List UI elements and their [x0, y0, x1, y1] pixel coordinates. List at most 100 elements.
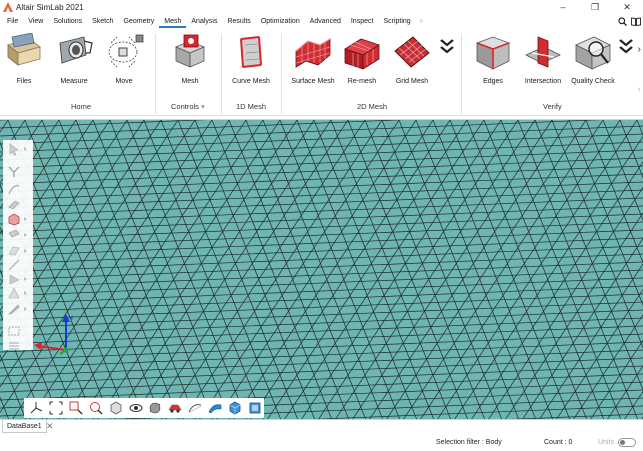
controls-dropdown-icon: ▾	[201, 102, 205, 111]
remesh-icon	[344, 38, 380, 70]
tab-close-icon[interactable]: ✕	[46, 420, 54, 433]
edges-button[interactable]: Edges	[471, 32, 515, 94]
double-chevron-down-icon	[619, 39, 633, 54]
line-icon[interactable]	[7, 258, 21, 272]
cube-front-icon[interactable]	[245, 399, 264, 417]
units-toggle[interactable]	[618, 438, 636, 447]
window-controls: – ❐ ✕	[547, 0, 643, 14]
hide-icon[interactable]	[146, 399, 165, 417]
grid-mesh-button[interactable]: Grid Mesh	[389, 32, 435, 94]
pencil-wire-icon[interactable]	[186, 399, 205, 417]
intersection-button[interactable]: Intersection	[520, 32, 566, 94]
add-tab-icon[interactable]: +	[416, 16, 424, 26]
menu-inspect[interactable]: Inspect	[346, 15, 379, 28]
menu-advanced[interactable]: Advanced	[305, 15, 346, 28]
eye-icon[interactable]	[126, 399, 145, 417]
menu-optimization[interactable]: Optimization	[256, 15, 305, 28]
menu-analysis[interactable]: Analysis	[186, 15, 222, 28]
fit-icon[interactable]	[47, 399, 66, 417]
measure-icon	[59, 36, 93, 64]
axis-triad: z	[34, 314, 74, 355]
layers-icon[interactable]	[7, 338, 21, 352]
selection-count: Count : 0	[544, 439, 573, 446]
more-2d-mesh-icon[interactable]	[440, 38, 454, 54]
menu-sketch[interactable]: Sketch	[87, 15, 118, 28]
split-icon[interactable]	[7, 164, 21, 178]
ribbon-toolbar: Files Measure Move Mesh Controls ▾ Curve…	[0, 28, 643, 116]
flyout-arrow-icon[interactable]	[24, 233, 27, 237]
curve-mesh-icon	[240, 36, 262, 68]
axis-icon[interactable]	[27, 399, 46, 417]
graphics-viewport[interactable]	[0, 119, 643, 419]
close-button[interactable]: ✕	[611, 0, 643, 14]
menu-view[interactable]: View	[23, 15, 48, 28]
surface-icon[interactable]	[7, 198, 21, 212]
car-icon[interactable]	[166, 399, 185, 417]
zoom-icon[interactable]	[86, 399, 105, 417]
document-tab-strip: DataBase1 ✕	[0, 419, 643, 433]
cone-icon[interactable]	[7, 286, 21, 300]
flyout-arrow-icon[interactable]	[24, 277, 27, 281]
menu-scripting[interactable]: Scripting	[378, 15, 415, 28]
remesh-button[interactable]: Re-mesh	[340, 32, 384, 94]
flyout-arrow-icon[interactable]	[24, 307, 27, 311]
selection-filter-status[interactable]: Selection filter : Body	[436, 439, 502, 446]
ribbon-separator	[281, 34, 282, 114]
menu-mesh[interactable]: Mesh	[159, 15, 187, 28]
box-select-icon[interactable]	[7, 324, 21, 338]
surface-mesh-button[interactable]: Surface Mesh	[290, 32, 336, 94]
group-2d-mesh: 2D Mesh	[357, 102, 388, 111]
menu-results[interactable]: Results	[222, 15, 255, 28]
select-icon[interactable]	[7, 142, 21, 156]
cube-icon[interactable]	[7, 212, 21, 226]
pencil-icon[interactable]	[7, 302, 21, 316]
more-verify-icon[interactable]	[619, 38, 633, 54]
menu-file[interactable]: File	[2, 15, 23, 28]
ribbon-scroll-right-icon[interactable]: ›	[638, 44, 641, 55]
flyout-arrow-icon[interactable]	[24, 217, 27, 221]
wedge-icon[interactable]	[7, 272, 21, 286]
flyout-arrow-icon[interactable]	[24, 147, 27, 151]
mesh-control-icon	[174, 34, 206, 68]
group-controls[interactable]: Controls ▾	[171, 102, 205, 111]
quality-check-button[interactable]: Quality Check	[570, 32, 616, 94]
title-bar: Altair SimLab 2021 – ❐ ✕	[0, 0, 643, 14]
mesh-button[interactable]: Mesh	[168, 32, 212, 94]
tab-database1[interactable]: DataBase1	[2, 420, 47, 433]
intersection-label: Intersection	[524, 78, 562, 85]
measure-button[interactable]: Measure	[52, 32, 96, 94]
flyout-arrow-icon[interactable]	[24, 291, 27, 295]
view-cube-icon[interactable]	[106, 399, 125, 417]
files-button[interactable]: Files	[2, 32, 46, 94]
menu-geometry[interactable]: Geometry	[119, 15, 160, 28]
book-icon[interactable]	[631, 16, 641, 26]
status-bar: Selection filter : Body Count : 0 Units	[0, 434, 643, 451]
move-icon	[108, 34, 144, 68]
axis-z-label: z	[70, 315, 74, 322]
zoom-box-icon[interactable]	[67, 399, 86, 417]
ribbon-collapse-icon[interactable]: ‹	[638, 84, 641, 95]
menu-solutions[interactable]: Solutions	[48, 15, 87, 28]
ribbon-separator	[461, 34, 462, 114]
minimize-button[interactable]: –	[547, 0, 579, 14]
surface-mesh-label: Surface Mesh	[291, 78, 335, 85]
search-icon[interactable]	[618, 16, 627, 26]
units-label: Units	[598, 439, 614, 446]
curve-icon[interactable]	[7, 182, 21, 196]
flyout-arrow-icon[interactable]	[24, 249, 27, 253]
plane-icon[interactable]	[7, 244, 21, 258]
edges-label: Edges	[483, 78, 503, 85]
move-button[interactable]: Move	[102, 32, 146, 94]
prism-icon[interactable]	[7, 228, 21, 242]
files-label: Files	[16, 78, 32, 85]
curve-mesh-button[interactable]: Curve Mesh	[228, 32, 274, 94]
selection-tool-panel	[3, 140, 33, 350]
ribbon-separator	[155, 34, 156, 114]
files-icon	[7, 33, 41, 66]
cube-shaded-icon[interactable]	[225, 399, 244, 417]
maximize-button[interactable]: ❐	[579, 0, 611, 14]
altair-logo-icon	[3, 2, 13, 12]
quality-check-label: Quality Check	[571, 78, 615, 85]
shaded-icon[interactable]	[205, 399, 224, 417]
grid-mesh-icon	[394, 36, 430, 68]
